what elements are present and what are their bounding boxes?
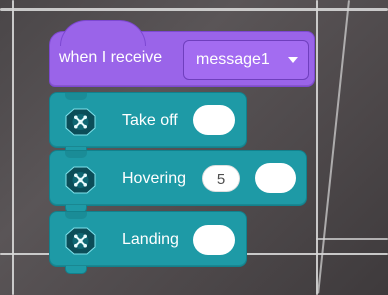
drone-icon [65, 166, 96, 194]
drone-icon [65, 108, 96, 136]
chevron-down-icon [288, 57, 298, 63]
hovering-duration-value: 5 [216, 171, 226, 188]
hovering-extra-input[interactable] [255, 163, 296, 193]
message-dropdown-value: message1 [196, 51, 270, 68]
floor-line-left [12, 0, 14, 295]
take-off-block[interactable]: Take off [49, 92, 247, 155]
message-dropdown[interactable]: message1 [183, 40, 309, 80]
floor-line-diagonal [317, 0, 350, 294]
hovering-label: Hovering [122, 170, 187, 187]
floor-line-top [0, 8, 388, 11]
take-off-label: Take off [122, 112, 178, 129]
floor-line-bottom-right [316, 238, 388, 240]
coding-workspace: when I receive message1 Take off Hoverin… [0, 0, 388, 295]
event-block-label: when I receive [59, 49, 163, 66]
when-i-receive-block[interactable]: when I receive message1 [49, 20, 315, 87]
floor-line-right [316, 0, 318, 295]
hovering-duration-input[interactable]: 5 [202, 165, 240, 192]
take-off-input[interactable] [193, 105, 235, 135]
landing-block[interactable]: Landing [49, 211, 247, 274]
hovering-block[interactable]: Hovering 5 [49, 150, 307, 213]
landing-label: Landing [122, 231, 179, 248]
drone-icon [65, 227, 96, 255]
landing-input[interactable] [193, 225, 235, 255]
